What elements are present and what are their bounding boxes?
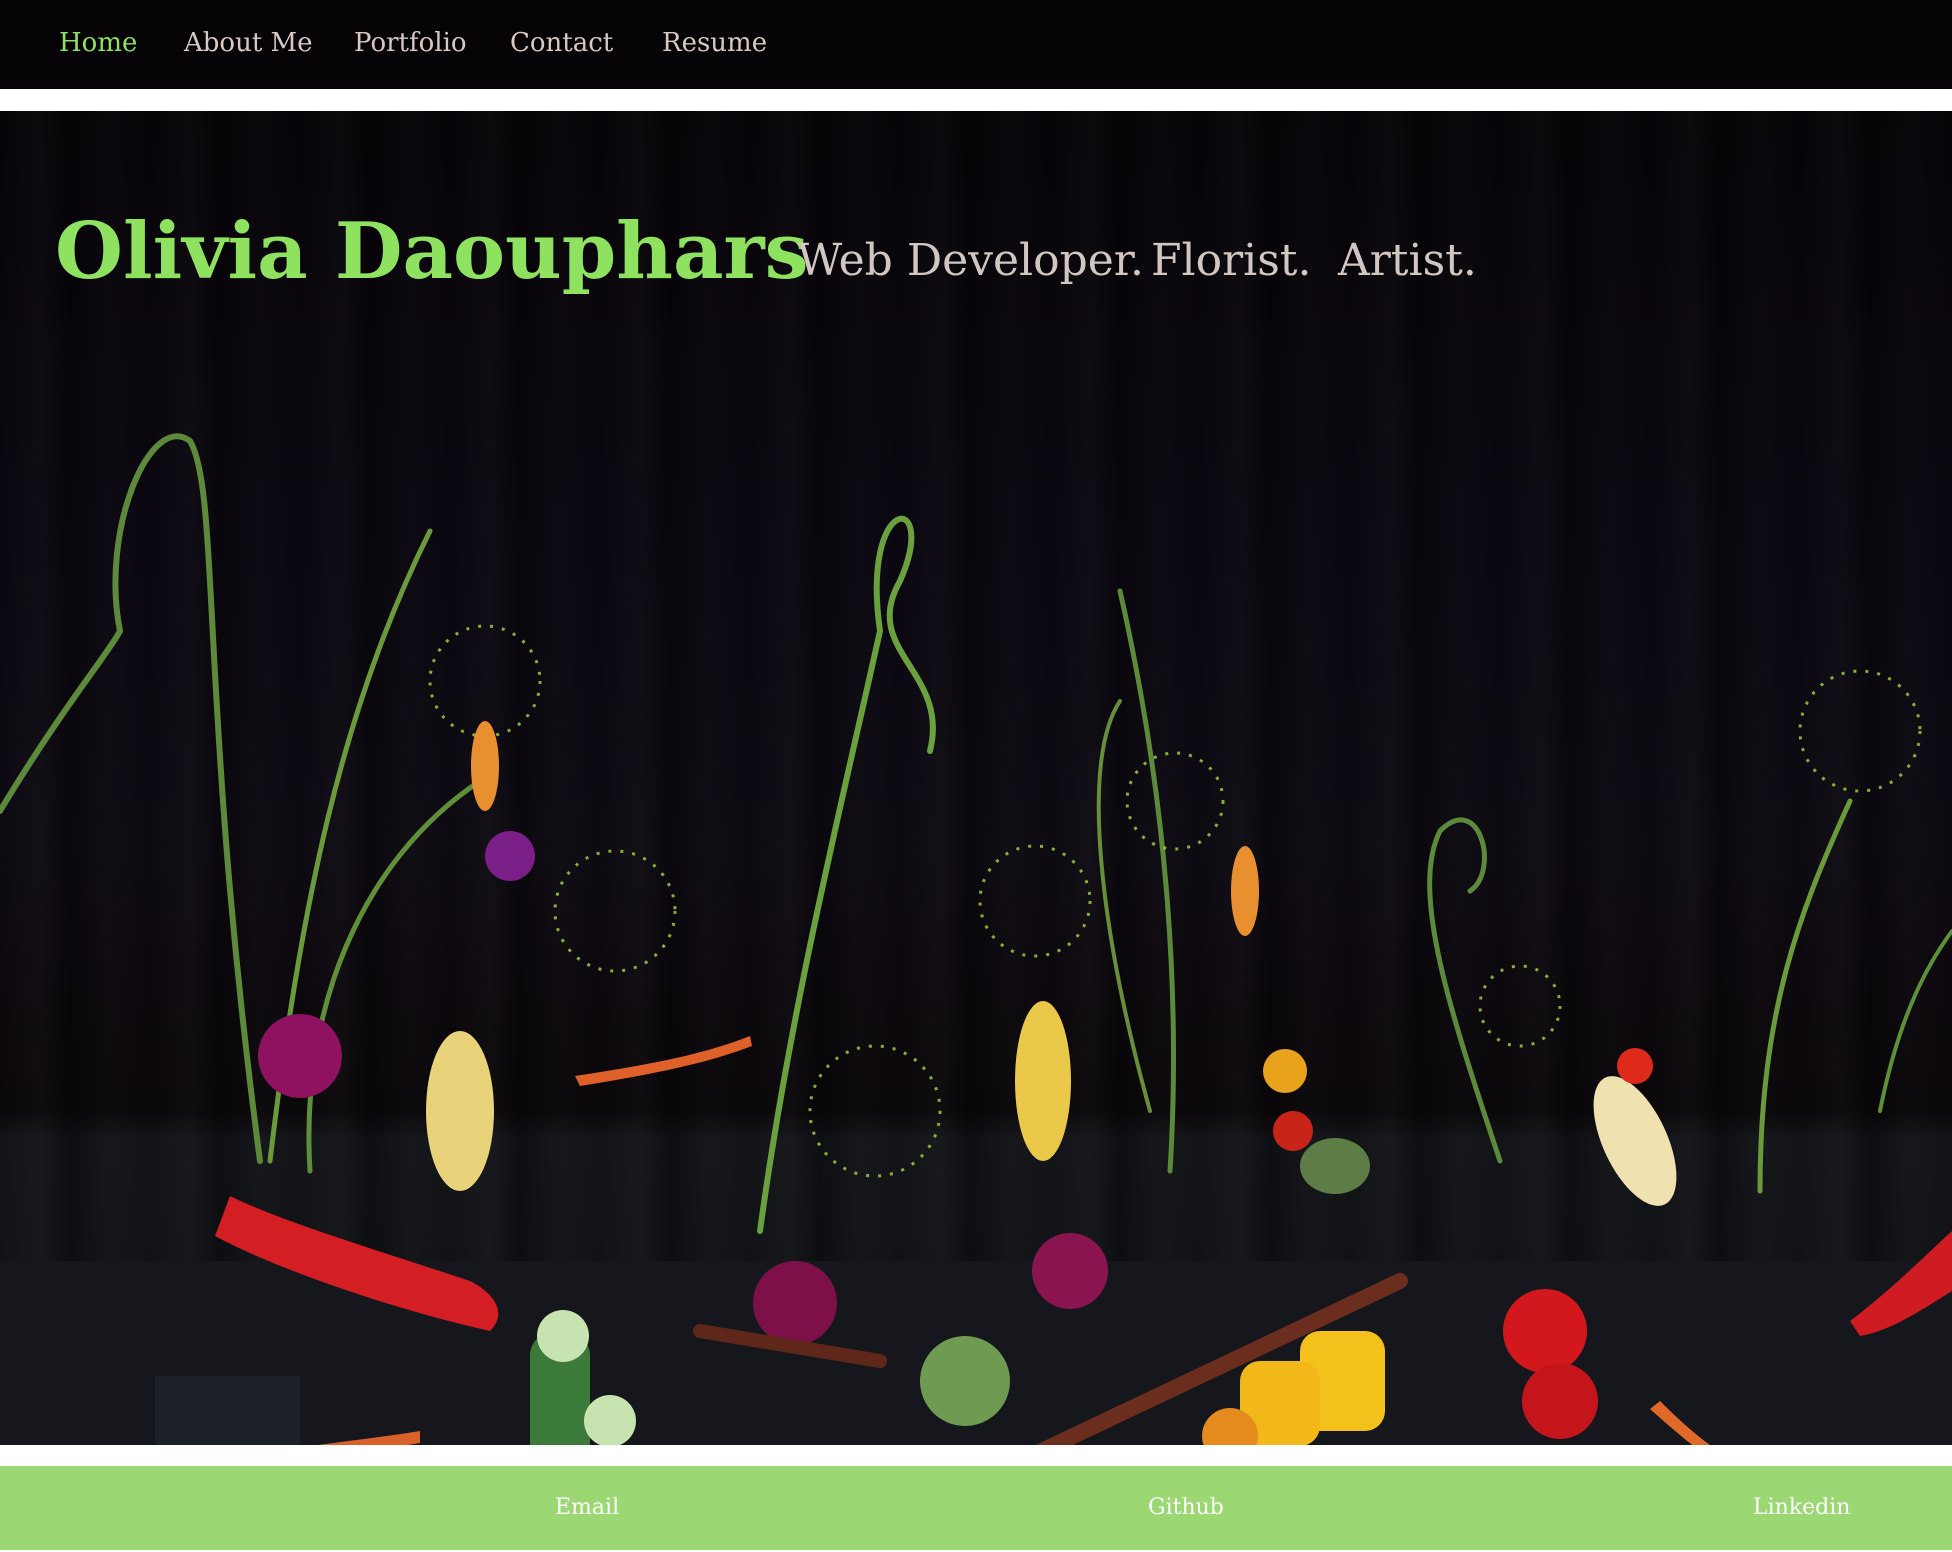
nav-resume-link[interactable]: Resume — [662, 26, 767, 60]
footer: Email Github Linkedin — [0, 1466, 1952, 1550]
hero-name-heading: Olivia Daouphars — [55, 206, 809, 297]
nav-home-link[interactable]: Home — [59, 26, 137, 60]
footer-github-link[interactable]: Github — [1148, 1493, 1224, 1523]
tagline-artist: Artist. — [1338, 235, 1477, 286]
nav-portfolio-link[interactable]: Portfolio — [354, 26, 467, 60]
tagline-web-developer: Web Developer. — [797, 235, 1144, 286]
hero-section: Olivia Daouphars Web Developer. Florist.… — [0, 111, 1952, 1445]
top-navigation: Home About Me Portfolio Contact Resume — [0, 0, 1952, 89]
nav-contact-link[interactable]: Contact — [510, 26, 613, 60]
tagline-florist: Florist. — [1151, 235, 1312, 286]
footer-linkedin-link[interactable]: Linkedin — [1753, 1493, 1850, 1523]
vegetable-flower-arrangement-image — [0, 433, 1952, 1445]
footer-email-link[interactable]: Email — [555, 1493, 619, 1523]
nav-about-link[interactable]: About Me — [184, 26, 313, 60]
